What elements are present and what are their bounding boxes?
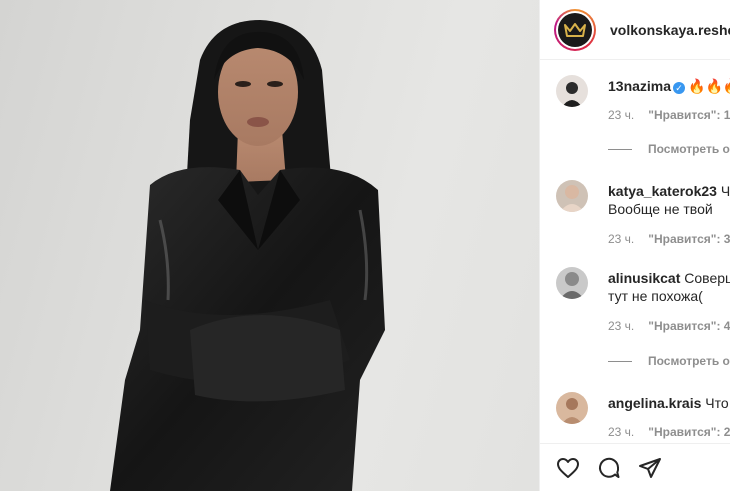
view-replies-button[interactable]: Посмотреть ответы [608, 142, 730, 156]
comment-meta: 23 ч. "Нравится": 38 [608, 232, 730, 246]
comment-time[interactable]: 23 ч. [608, 319, 634, 333]
comment-text: 🔥🔥🔥 [688, 78, 730, 94]
comment-likes[interactable]: "Нравится": 141 [648, 108, 730, 122]
comment-icon[interactable] [597, 456, 621, 480]
comment-username[interactable]: alinusikcat [608, 270, 680, 286]
divider-line [608, 148, 632, 150]
comment-username[interactable]: 13nazima [608, 78, 671, 94]
divider-line [608, 360, 632, 362]
view-replies-button[interactable]: Посмотреть от [608, 354, 730, 368]
comment-text: Что с [705, 395, 730, 411]
comment-likes[interactable]: "Нравится": 38 [648, 232, 730, 246]
post-actions-bar [540, 443, 730, 491]
owner-username[interactable]: volkonskaya.reshet [610, 22, 730, 38]
commenter-avatar[interactable] [556, 180, 588, 212]
comment-meta: 23 ч. "Нравится": 141 [608, 108, 730, 122]
comment-time[interactable]: 23 ч. [608, 108, 634, 122]
comment-time[interactable]: 23 ч. [608, 232, 634, 246]
comment-text: Соверш [684, 270, 730, 286]
heart-icon[interactable] [556, 456, 580, 480]
comment-username[interactable]: katya_katerok23 [608, 183, 717, 199]
comments-list: 13nazima✓🔥🔥🔥 23 ч. "Нравится": 141 Посмот… [540, 61, 730, 443]
comment-likes[interactable]: "Нравится": 42 [648, 319, 730, 333]
comment-text: Что [720, 183, 730, 199]
comment-time[interactable]: 23 ч. [608, 425, 634, 439]
owner-avatar[interactable] [554, 8, 596, 51]
post-header: volkonskaya.reshet [540, 0, 730, 60]
share-icon[interactable] [638, 456, 662, 480]
crown-logo-icon [558, 12, 592, 47]
comment-text-line2: тут не похожа( [608, 288, 703, 304]
comment-text-line2: Вообще не твой [608, 201, 713, 217]
post-side-panel: volkonskaya.reshet 13nazima✓🔥🔥🔥 23 ч. "Нр… [539, 0, 730, 491]
commenter-avatar[interactable] [556, 267, 588, 299]
commenter-avatar[interactable] [556, 392, 588, 424]
comment-username[interactable]: angelina.krais [608, 395, 701, 411]
comment-meta: 23 ч. "Нравится": 42 [608, 319, 730, 333]
woman-in-leather-jacket-image [110, 20, 385, 491]
post-photo[interactable] [0, 0, 539, 491]
verified-badge-icon: ✓ [673, 82, 686, 94]
commenter-avatar[interactable] [556, 75, 588, 107]
comment-likes[interactable]: "Нравится": 28 [648, 425, 730, 439]
comment-meta: 23 ч. "Нравится": 28 [608, 425, 730, 439]
